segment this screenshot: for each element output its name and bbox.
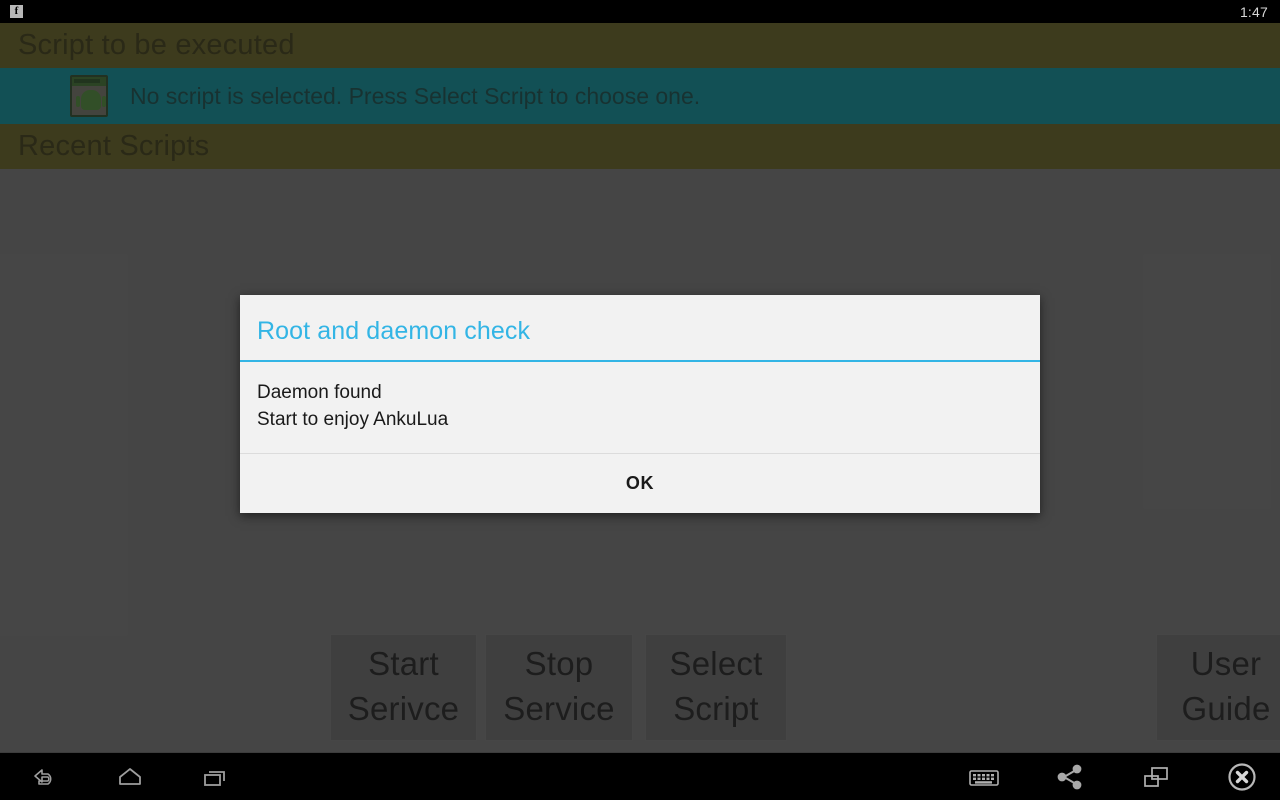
facebook-icon: f: [10, 5, 23, 18]
dialog-title-bar: Root and daemon check: [240, 295, 1040, 362]
status-bar-notifications[interactable]: f: [0, 5, 23, 18]
dialog-body: Daemon found Start to enjoy AnkuLua: [240, 362, 1040, 453]
status-bar-clock: 1:47: [1239, 3, 1268, 20]
dialog-title: Root and daemon check: [257, 317, 531, 345]
dialog-message: Daemon found Start to enjoy AnkuLua: [257, 382, 449, 431]
keyboard-icon[interactable]: [968, 761, 1000, 793]
android-screen: f 1:47 Script to be executed No script i…: [0, 0, 1280, 800]
dialog-button-row: OK: [240, 453, 1040, 513]
share-icon[interactable]: [1054, 761, 1086, 793]
close-icon[interactable]: [1226, 761, 1258, 793]
home-icon[interactable]: [114, 761, 146, 793]
screenshot-icon[interactable]: [1140, 761, 1172, 793]
navigation-bar-left-group: [0, 753, 232, 800]
dialog-ok-button[interactable]: OK: [240, 454, 1040, 513]
recents-icon[interactable]: [200, 761, 232, 793]
root-and-daemon-check-dialog: Root and daemon check Daemon found Start…: [240, 295, 1040, 514]
navigation-bar-right-group: [968, 753, 1280, 800]
back-icon[interactable]: [28, 761, 60, 793]
status-bar: f 1:47: [0, 0, 1280, 23]
navigation-bar: [0, 752, 1280, 800]
